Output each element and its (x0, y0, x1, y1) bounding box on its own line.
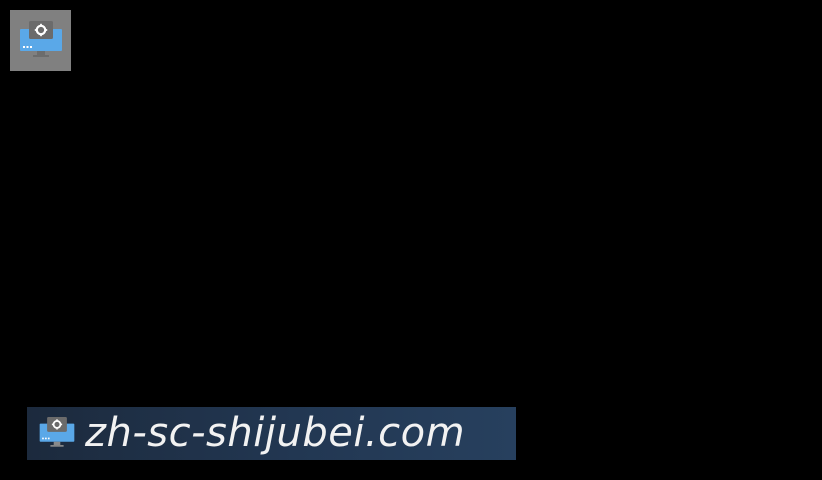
watermark-icon-wrapper (37, 416, 77, 452)
monitor-settings-icon (39, 417, 75, 447)
watermark: zh-sc-shijubei.com (27, 407, 516, 460)
app-tile[interactable] (10, 10, 71, 71)
watermark-text: zh-sc-shijubei.com (85, 410, 466, 456)
monitor-settings-icon (19, 20, 62, 57)
screen: zh-sc-shijubei.com (0, 0, 822, 480)
